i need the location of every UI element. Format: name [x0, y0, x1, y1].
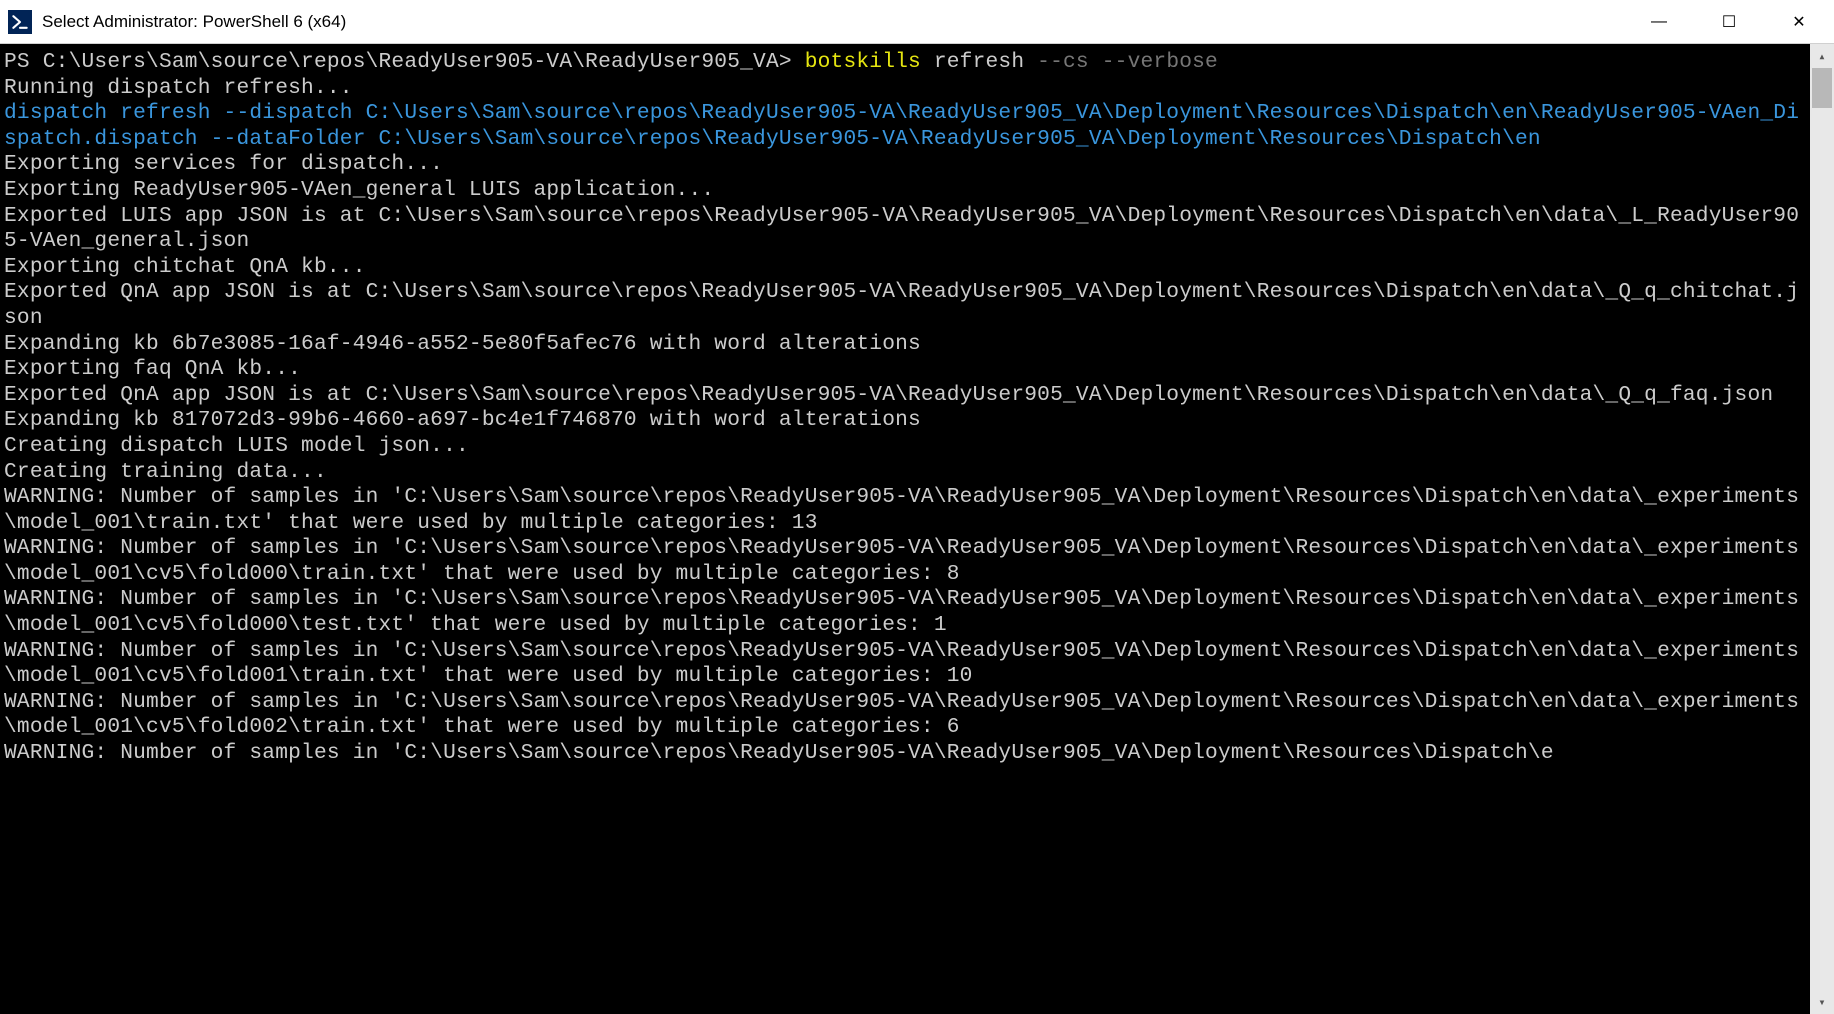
scroll-up-arrow-icon[interactable]: ▴ — [1810, 44, 1834, 68]
output-line: Expanding kb 817072d3-99b6-4660-a697-bc4… — [4, 408, 921, 432]
scroll-track[interactable] — [1810, 68, 1834, 990]
output-line: Creating dispatch LUIS model json... — [4, 434, 469, 458]
scroll-thumb[interactable] — [1812, 68, 1832, 108]
output-warning: WARNING: Number of samples in 'C:\Users\… — [4, 587, 1799, 637]
command-flags: --cs --verbose — [1037, 50, 1218, 74]
output-line: Exporting services for dispatch... — [4, 152, 443, 176]
terminal-output[interactable]: PS C:\Users\Sam\source\repos\ReadyUser90… — [0, 44, 1810, 1014]
output-warning: WARNING: Number of samples in 'C:\Users\… — [4, 690, 1799, 740]
vertical-scrollbar[interactable]: ▴ ▾ — [1810, 44, 1834, 1014]
terminal-area[interactable]: PS C:\Users\Sam\source\repos\ReadyUser90… — [0, 44, 1834, 1014]
minimize-button[interactable]: — — [1624, 0, 1694, 43]
output-warning: WARNING: Number of samples in 'C:\Users\… — [4, 536, 1799, 586]
output-line: Expanding kb 6b7e3085-16af-4946-a552-5e8… — [4, 332, 921, 356]
output-line: Exported QnA app JSON is at C:\Users\Sam… — [4, 383, 1773, 407]
close-button[interactable]: ✕ — [1764, 0, 1834, 43]
output-line: Exported LUIS app JSON is at C:\Users\Sa… — [4, 204, 1799, 254]
powershell-icon — [8, 10, 32, 34]
output-line: Exporting chitchat QnA kb... — [4, 255, 366, 279]
output-line: Exporting faq QnA kb... — [4, 357, 301, 381]
titlebar[interactable]: Select Administrator: PowerShell 6 (x64)… — [0, 0, 1834, 44]
prompt-text: PS C:\Users\Sam\source\repos\ReadyUser90… — [4, 50, 805, 74]
command-sub: refresh — [921, 50, 1037, 74]
output-line-dispatch-cmd: dispatch refresh --dispatch C:\Users\Sam… — [4, 101, 1799, 151]
output-warning: WARNING: Number of samples in 'C:\Users\… — [4, 639, 1799, 689]
scroll-down-arrow-icon[interactable]: ▾ — [1810, 990, 1834, 1014]
output-warning: WARNING: Number of samples in 'C:\Users\… — [4, 741, 1554, 765]
command-binary: botskills — [805, 50, 921, 74]
output-line: Exported QnA app JSON is at C:\Users\Sam… — [4, 280, 1799, 330]
output-line: Creating training data... — [4, 460, 327, 484]
output-line: Exporting ReadyUser905-VAen_general LUIS… — [4, 178, 714, 202]
window-title: Select Administrator: PowerShell 6 (x64) — [42, 12, 1624, 32]
window-controls: — ☐ ✕ — [1624, 0, 1834, 43]
maximize-button[interactable]: ☐ — [1694, 0, 1764, 43]
output-warning: WARNING: Number of samples in 'C:\Users\… — [4, 485, 1799, 535]
output-line: Running dispatch refresh... — [4, 76, 353, 100]
